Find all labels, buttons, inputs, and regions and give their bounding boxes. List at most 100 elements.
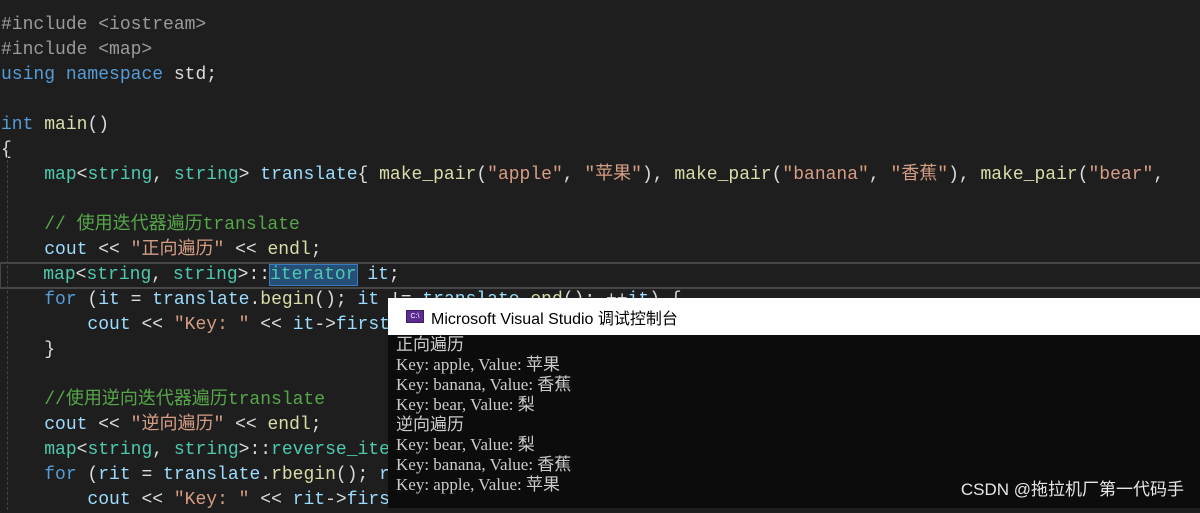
- code-line[interactable]: using namespace std;: [1, 63, 1200, 88]
- code-token: first: [335, 315, 390, 335]
- code-line[interactable]: {: [1, 138, 1200, 163]
- code-token: ;: [310, 240, 322, 260]
- code-token: cout: [87, 315, 131, 335]
- code-token: "逆向遍历": [130, 415, 225, 435]
- code-token: string: [172, 265, 238, 285]
- code-token: =: [119, 290, 153, 310]
- code-line[interactable]: [1, 88, 1200, 113]
- code-token: //使用逆向迭代器遍历translate: [44, 390, 326, 410]
- code-token: #include <map>: [1, 40, 153, 60]
- code-token: ;: [388, 265, 400, 285]
- code-token: #include <iostream>: [1, 15, 207, 35]
- code-token: string: [87, 165, 153, 185]
- code-token: string: [86, 265, 152, 285]
- code-line[interactable]: int main(): [1, 113, 1200, 138]
- indent-guide: [7, 150, 8, 510]
- console-output-line: Key: banana, Value: 香蕉: [396, 455, 572, 474]
- code-token: (): [87, 115, 110, 135]
- code-line[interactable]: #include <map>: [1, 38, 1200, 63]
- console-output: 正向遍历 Key: apple, Value: 苹果 Key: banana, Va…: [388, 335, 1200, 495]
- code-token: endl: [267, 415, 311, 435]
- watermark: CSDN @拖拉机厂第一代码手: [960, 480, 1184, 499]
- code-token: it: [367, 265, 389, 285]
- code-token: ->: [314, 315, 336, 335]
- code-token: >: [238, 165, 261, 185]
- code-token: (: [1077, 165, 1089, 185]
- code-token: <<: [87, 415, 131, 435]
- code-token: "bear": [1088, 165, 1154, 185]
- code-token: "Key: ": [173, 315, 250, 335]
- console-output-line: Key: bear, Value: 梨: [396, 395, 535, 414]
- code-token: rit: [292, 490, 326, 510]
- code-token: "苹果": [584, 165, 642, 185]
- code-token: ,: [868, 165, 891, 185]
- code-token: {: [357, 165, 380, 185]
- console-output-line: Key: bear, Value: 梨: [396, 435, 535, 454]
- code-line[interactable]: map<string, string> translate{ make_pair…: [1, 163, 1200, 188]
- code-line[interactable]: map<string, string>::iterator it;: [0, 262, 1200, 289]
- code-token: cout: [44, 240, 88, 260]
- code-token: translate: [152, 290, 250, 310]
- code-token: make_pair: [980, 165, 1078, 185]
- code-token: map: [44, 440, 77, 460]
- code-token: <<: [249, 490, 293, 510]
- code-token: <<: [87, 240, 131, 260]
- code-token: string: [173, 165, 239, 185]
- code-line[interactable]: // 使用迭代器遍历translate: [1, 213, 1200, 238]
- code-token: "正向遍历": [130, 240, 225, 260]
- code-token: <: [76, 165, 88, 185]
- code-token: cout: [87, 490, 131, 510]
- code-token: for: [44, 465, 77, 485]
- code-token: translate: [163, 465, 261, 485]
- code-token: >::: [238, 440, 272, 460]
- code-token: <: [75, 265, 87, 285]
- code-token: main: [44, 115, 88, 135]
- console-app-icon: C:\: [406, 310, 424, 323]
- code-token: ,: [152, 165, 174, 185]
- code-token: (: [76, 465, 99, 485]
- code-line[interactable]: cout << "正向遍历" << endl;: [1, 238, 1200, 263]
- code-token: <<: [130, 315, 174, 335]
- code-line[interactable]: #include <iostream>: [1, 13, 1200, 38]
- code-token: iterator: [269, 264, 358, 286]
- code-token: .: [249, 290, 261, 310]
- code-token: make_pair: [379, 165, 477, 185]
- code-token: =: [130, 465, 164, 485]
- code-token: "banana": [782, 165, 869, 185]
- code-token: endl: [267, 240, 311, 260]
- code-token: ,: [1153, 165, 1165, 185]
- code-token: ),: [641, 165, 675, 185]
- code-token: rit: [98, 465, 131, 485]
- code-token: .: [260, 465, 272, 485]
- code-token: std;: [163, 65, 218, 85]
- code-token: (: [771, 165, 783, 185]
- code-token: "Key: ": [173, 490, 250, 510]
- console-output-line: Key: apple, Value: 苹果: [396, 355, 560, 374]
- code-token: }: [1, 340, 56, 360]
- code-token: map: [44, 165, 77, 185]
- code-token: begin: [260, 290, 315, 310]
- code-token: reverse_ite: [271, 440, 390, 460]
- console-title-bar[interactable]: C:\ Microsoft Visual Studio 调试控制台: [388, 298, 1200, 335]
- code-token: (: [76, 290, 99, 310]
- console-output-line: Key: banana, Value: 香蕉: [396, 375, 572, 394]
- code-token: <: [76, 440, 88, 460]
- code-token: map: [43, 265, 76, 285]
- code-token: string: [173, 440, 239, 460]
- code-token: it: [292, 315, 315, 335]
- code-token: <<: [130, 490, 174, 510]
- code-token: ();: [335, 465, 380, 485]
- code-line[interactable]: [1, 188, 1200, 213]
- code-token: string: [87, 440, 153, 460]
- code-token: firs: [346, 490, 390, 510]
- code-token: namespace: [65, 65, 164, 85]
- code-token: translate: [260, 165, 358, 185]
- code-token: cout: [44, 415, 88, 435]
- code-token: for: [44, 290, 77, 310]
- code-token: "apple": [487, 165, 563, 185]
- code-token: ->: [325, 490, 347, 510]
